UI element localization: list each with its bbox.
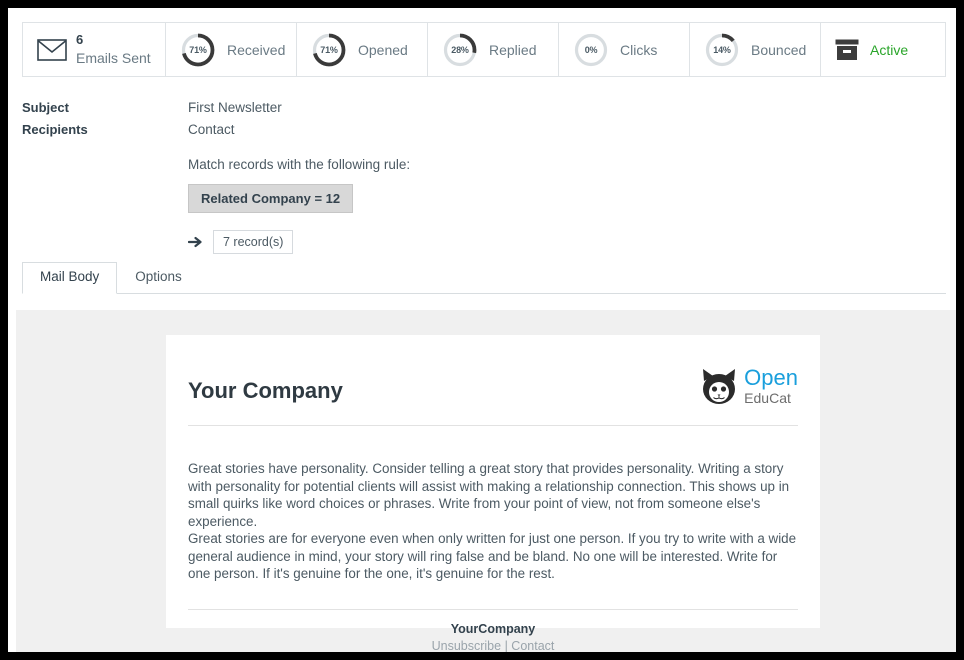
bounced-donut-chart: 14% (704, 32, 740, 68)
tab-options[interactable]: Options (117, 262, 200, 294)
rule-field: Related Company (201, 191, 311, 206)
rule-badge[interactable]: Related Company = 12 (188, 184, 354, 213)
stat-replied[interactable]: 28% Replied (428, 23, 559, 76)
logo-open-text: Open (744, 365, 798, 390)
recipients-value[interactable]: Contact (188, 118, 235, 137)
stat-emails-sent[interactable]: 6 Emails Sent (23, 23, 166, 76)
clicks-percent: 0% (584, 44, 598, 55)
recipient-rule-block: Match records with the following rule: R… (187, 157, 946, 254)
mail-footer-divider (188, 608, 798, 610)
footer-company-name: YourCompany (450, 621, 536, 636)
bounced-percent: 14% (713, 44, 731, 55)
campaign-stat-bar: 6 Emails Sent 71% Received 71% Opened 28… (22, 22, 946, 77)
received-percent: 71% (189, 44, 207, 55)
stat-clicks[interactable]: 0% Clicks (559, 23, 690, 76)
mail-card: Your Company Open EduCat Great stories h… (166, 335, 820, 652)
footer-separator: | (504, 638, 508, 653)
field-subject: Subject First Newsletter (22, 96, 946, 115)
field-recipients: Recipients Contact (22, 118, 946, 137)
recipients-label: Recipients (22, 122, 88, 137)
clicks-donut-chart: 0% (573, 32, 609, 68)
stat-opened[interactable]: 71% Opened (297, 23, 428, 76)
arrow-right-icon (187, 234, 204, 250)
opened-donut-chart: 71% (311, 32, 347, 68)
mail-paragraph-2: Great stories are for everyone even when… (188, 531, 797, 581)
opened-label: Opened (358, 41, 408, 58)
mail-paragraph-1: Great stories have personality. Consider… (188, 461, 790, 529)
replied-percent: 28% (451, 44, 469, 55)
campaign-form: Subject First Newsletter Recipients Cont… (22, 96, 946, 254)
subject-value[interactable]: First Newsletter (188, 96, 282, 115)
bounced-label: Bounced (751, 41, 807, 58)
mail-body-text: Great stories have personality. Consider… (188, 460, 798, 583)
stat-bounced[interactable]: 14% Bounced (690, 23, 821, 76)
stat-received[interactable]: 71% Received (166, 23, 297, 76)
cat-logo-icon (698, 365, 740, 407)
opened-percent: 71% (320, 44, 338, 55)
form-tabs: Mail Body Options (22, 262, 946, 294)
subject-label: Subject (22, 100, 69, 115)
envelope-icon (37, 38, 67, 61)
record-count-button[interactable]: 7 record(s) (213, 230, 294, 254)
mail-body-preview: Your Company Open EduCat Great stories h… (16, 310, 956, 652)
emails-sent-label: Emails Sent (76, 49, 151, 66)
footer-links: Unsubscribe | Contact (188, 639, 798, 653)
clicks-label: Clicks (620, 41, 658, 58)
contact-link[interactable]: Contact (511, 639, 554, 653)
opeducat-logo: Open EduCat (698, 365, 798, 407)
rule-value: 12 (325, 191, 341, 206)
replied-donut-chart: 28% (442, 32, 478, 68)
replied-label: Replied (489, 41, 537, 58)
mail-header: Your Company Open EduCat (188, 365, 798, 407)
emails-sent-count: 6 (76, 32, 84, 48)
stat-status-active[interactable]: Active (821, 23, 952, 76)
status-active-label: Active (870, 41, 909, 58)
archive-icon (835, 39, 859, 61)
tab-mail-body[interactable]: Mail Body (22, 262, 118, 294)
mail-footer: YourCompany Unsubscribe | Contact (188, 608, 798, 653)
record-count-row: 7 record(s) (187, 230, 946, 254)
mail-company-heading: Your Company (188, 378, 343, 403)
unsubscribe-link[interactable]: Unsubscribe (432, 639, 501, 653)
logo-educat-text: EduCat (744, 390, 791, 406)
rule-intro-text: Match records with the following rule: (188, 157, 411, 172)
received-label: Received (227, 41, 286, 58)
rule-operator: = (314, 191, 323, 206)
mail-header-divider (188, 425, 798, 426)
app-window: 6 Emails Sent 71% Received 71% Opened 28… (8, 8, 956, 652)
received-donut-chart: 71% (180, 32, 216, 68)
